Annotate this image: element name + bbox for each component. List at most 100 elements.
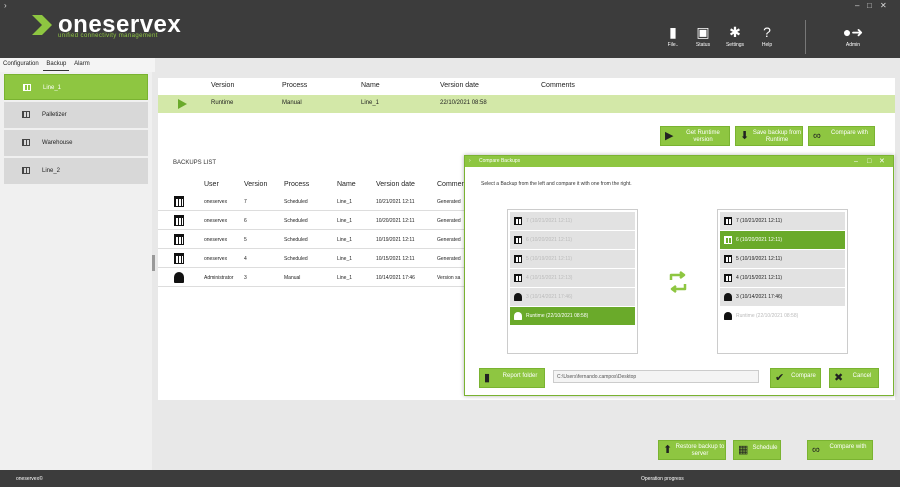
dialog-message: Select a Backup from the left and compar… bbox=[481, 181, 632, 187]
logo-tagline: unified connectivity management bbox=[58, 33, 158, 39]
table-row[interactable]: oneservex 4 Scheduled Line_1 10/15/2021 … bbox=[158, 250, 468, 268]
column-header[interactable]: Name bbox=[337, 181, 356, 188]
column-header[interactable]: Process bbox=[284, 181, 309, 188]
maximize-icon[interactable]: □ bbox=[867, 156, 871, 167]
sidebar-item-warehouse[interactable]: Warehouse bbox=[4, 130, 148, 156]
report-folder-button[interactable]: ▮ Report folder bbox=[479, 368, 545, 388]
help-icon: ? bbox=[763, 24, 771, 40]
list-item[interactable]: 3 (10/14/2021 17:46) bbox=[720, 288, 845, 306]
glasses-icon: ∞ bbox=[813, 130, 821, 142]
list-item[interactable]: 4 (10/15/2021 12:13) bbox=[510, 269, 635, 287]
compare-backups-dialog: › Compare Backups – □ ✕ Select a Backup … bbox=[464, 155, 894, 396]
list-item[interactable]: 7 (10/21/2021 12:11) bbox=[720, 212, 845, 230]
calendar-icon bbox=[724, 274, 732, 282]
user-icon bbox=[174, 272, 184, 283]
app-menu-icon: › bbox=[469, 158, 471, 164]
logo-chevron-icon bbox=[32, 15, 52, 35]
nav-tabs: Configuration Backup Alarm bbox=[0, 58, 155, 72]
calendar-icon: ▦ bbox=[738, 444, 749, 456]
app-header: › – □ ✕ oneservex unified connectivity m… bbox=[0, 1, 900, 58]
close-icon[interactable]: ✕ bbox=[879, 156, 885, 167]
column-header[interactable]: Version date bbox=[376, 181, 415, 188]
list-item[interactable]: 5 (10/19/2021 12:11) bbox=[720, 250, 845, 268]
settings-button[interactable]: ✱ Settings bbox=[720, 24, 750, 48]
backups-list-label: BACKUPS LIST bbox=[173, 160, 217, 166]
folder-path-field[interactable]: C:\Users\fernando.campos\Desktop bbox=[553, 370, 759, 383]
sidebar-item-line-2[interactable]: Line_2 bbox=[4, 158, 148, 184]
tab-backup[interactable]: Backup bbox=[43, 58, 70, 71]
column-header[interactable]: Version bbox=[211, 82, 234, 89]
compare-button[interactable]: ✔ Compare bbox=[770, 368, 821, 388]
list-item[interactable]: 6 (10/20/2021 12:11) bbox=[510, 231, 635, 249]
tab-alarm[interactable]: Alarm bbox=[71, 58, 93, 70]
close-icon[interactable]: ✕ bbox=[880, 1, 887, 10]
user-button[interactable]: ●➜ Admin bbox=[838, 24, 868, 48]
table-row[interactable]: oneservex 7 Scheduled Line_1 10/21/2021 … bbox=[158, 193, 468, 211]
schedule-button[interactable]: ▦ Schedule bbox=[733, 440, 781, 460]
dialog-titlebar[interactable]: › Compare Backups – □ ✕ bbox=[465, 156, 893, 167]
column-header[interactable]: Version date bbox=[440, 82, 479, 89]
grid-icon bbox=[23, 84, 31, 91]
user-icon bbox=[514, 293, 522, 301]
minimize-icon[interactable]: – bbox=[855, 1, 859, 10]
column-header[interactable]: Name bbox=[361, 82, 380, 89]
upload-icon: ⬆ bbox=[663, 444, 673, 456]
user-icon bbox=[514, 312, 522, 320]
user-logout-icon: ●➜ bbox=[842, 24, 864, 40]
play-icon: ▶ bbox=[665, 130, 674, 142]
calendar-icon bbox=[724, 236, 732, 244]
table-row[interactable]: oneservex 5 Scheduled Line_1 10/19/2021 … bbox=[158, 231, 468, 249]
list-item[interactable]: 3 (10/14/2021 17:46) bbox=[510, 288, 635, 306]
sidebar-item-palletizer[interactable]: Palletizer bbox=[4, 102, 148, 128]
runtime-grid: Version Process Name Version date Commen… bbox=[158, 78, 895, 116]
user-icon bbox=[724, 312, 732, 320]
calendar-icon bbox=[174, 234, 184, 245]
file-button[interactable]: ▮ File.. bbox=[658, 24, 688, 48]
table-row[interactable]: Administrator 3 Manual Line_1 10/14/2021… bbox=[158, 269, 468, 287]
play-icon[interactable] bbox=[178, 99, 187, 109]
list-item[interactable]: 7 (10/21/2021 12:11) bbox=[510, 212, 635, 230]
gear-icon: ✱ bbox=[729, 24, 741, 40]
tab-configuration[interactable]: Configuration bbox=[0, 58, 42, 70]
panel-splitter-handle[interactable] bbox=[152, 255, 155, 271]
maximize-icon[interactable]: □ bbox=[867, 1, 872, 10]
status-left: oneservex© bbox=[16, 476, 43, 482]
list-item-selected[interactable]: Runtime (22/10/2021 08:58) bbox=[510, 307, 635, 325]
compare-with-button[interactable]: ∞ Compare with bbox=[808, 126, 875, 146]
status-bar: oneservex© Operation progress bbox=[0, 470, 900, 487]
restore-backup-button[interactable]: ⬆ Restore backup to server bbox=[658, 440, 726, 460]
check-icon: ✔ bbox=[775, 372, 785, 384]
grid-icon bbox=[22, 167, 30, 174]
operation-progress-label: Operation progress bbox=[641, 476, 684, 482]
status-button[interactable]: ▣ Status bbox=[688, 24, 718, 48]
grid-icon bbox=[22, 139, 30, 146]
list-item[interactable]: 5 (10/19/2021 12:11) bbox=[510, 250, 635, 268]
app-menu-icon[interactable]: › bbox=[4, 1, 7, 10]
close-icon: ✖ bbox=[834, 372, 844, 384]
runtime-row[interactable]: Runtime Manual Line_1 22/10/2021 08:58 bbox=[158, 95, 895, 113]
save-backup-button[interactable]: ⬇ Save backup from Runtime bbox=[735, 126, 803, 146]
list-item-selected[interactable]: 6 (10/20/2021 12:11) bbox=[720, 231, 845, 249]
user-icon bbox=[724, 293, 732, 301]
calendar-icon bbox=[174, 215, 184, 226]
calendar-icon bbox=[174, 253, 184, 264]
minimize-icon[interactable]: – bbox=[854, 156, 858, 167]
right-backup-list: 7 (10/21/2021 12:11) 6 (10/20/2021 12:11… bbox=[717, 209, 848, 354]
file-icon: ▮ bbox=[669, 24, 677, 40]
sidebar: Line_1 Palletizer Warehouse Line_2 bbox=[0, 72, 152, 472]
column-header[interactable]: Comments bbox=[541, 82, 575, 89]
column-header[interactable]: User bbox=[204, 181, 219, 188]
calendar-icon bbox=[174, 196, 184, 207]
cancel-button[interactable]: ✖ Cancel bbox=[829, 368, 879, 388]
help-button[interactable]: ? Help bbox=[752, 24, 782, 48]
compare-with-bottom-button[interactable]: ∞ Compare with bbox=[807, 440, 873, 460]
column-header[interactable]: Version bbox=[244, 181, 267, 188]
folder-icon: ▮ bbox=[484, 372, 491, 384]
table-row[interactable]: oneservex 6 Scheduled Line_1 10/20/2021 … bbox=[158, 212, 468, 230]
sidebar-item-line-1[interactable]: Line_1 bbox=[4, 74, 148, 100]
calendar-icon bbox=[514, 255, 522, 263]
column-header[interactable]: Process bbox=[282, 82, 307, 89]
list-item[interactable]: 4 (10/15/2021 12:11) bbox=[720, 269, 845, 287]
list-item[interactable]: Runtime (22/10/2021 08:58) bbox=[720, 307, 845, 325]
get-runtime-button[interactable]: ▶ Get Runtime version bbox=[660, 126, 730, 146]
